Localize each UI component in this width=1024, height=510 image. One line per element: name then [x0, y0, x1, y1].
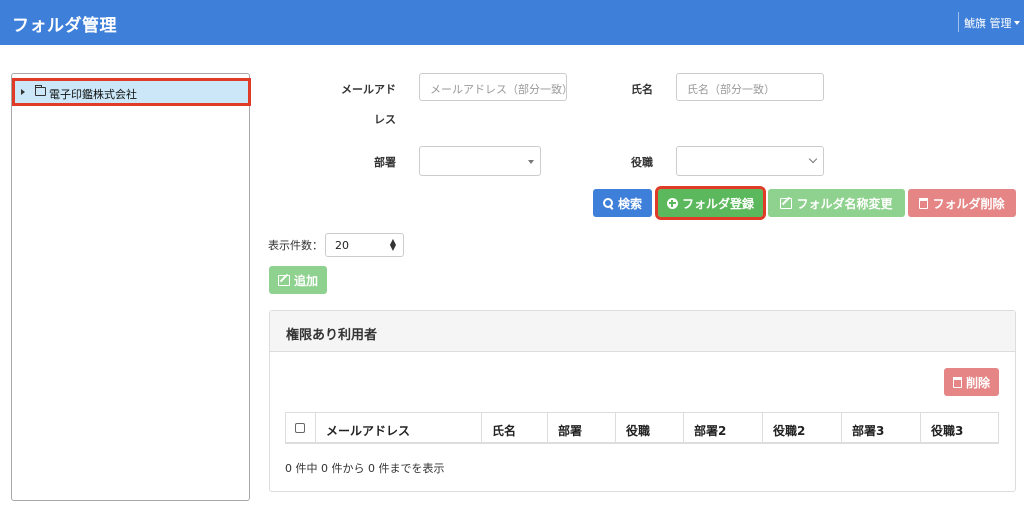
folder-icon — [35, 85, 46, 96]
select-all-cell — [286, 413, 316, 443]
column-header[interactable]: 役職 — [616, 413, 684, 443]
column-header[interactable]: 部署 — [548, 413, 616, 443]
top-navbar: フォルダ管理 鯱旗 管理 — [0, 0, 1024, 45]
page-size-select[interactable]: 20 ▲ ▼ — [325, 233, 404, 257]
navbar-divider — [958, 12, 959, 32]
delete-user-button[interactable]: 削除 — [944, 368, 999, 396]
caret-down-icon — [1013, 21, 1020, 25]
user-name: 鯱旗 管理 — [964, 17, 1012, 30]
chevron-down-icon — [808, 154, 818, 164]
register-folder-button[interactable]: フォルダ登録 — [655, 186, 766, 220]
role-select[interactable] — [676, 146, 824, 176]
name-search-input[interactable]: 氏名（部分一致） — [676, 73, 824, 101]
dropdown-arrow-icon — [528, 160, 534, 164]
dept-select[interactable] — [419, 146, 541, 176]
page-size-label: 表示件数： — [268, 239, 323, 252]
column-header[interactable]: 部署3 — [842, 413, 921, 443]
user-menu[interactable]: 鯱旗 管理 — [964, 15, 1020, 31]
trash-icon — [952, 376, 962, 388]
search-icon — [602, 197, 614, 209]
trash-icon — [919, 197, 929, 209]
page-title: フォルダ管理 — [12, 16, 117, 36]
dept-label: 部署 — [374, 156, 396, 169]
role-label: 役職 — [631, 156, 653, 169]
add-button[interactable]: 追加 — [269, 266, 327, 294]
edit-icon — [277, 274, 290, 286]
delete-folder-button[interactable]: フォルダ削除 — [908, 189, 1016, 217]
rename-folder-button[interactable]: フォルダ名称変更 — [768, 189, 905, 217]
column-header[interactable]: 役職3 — [921, 413, 998, 443]
column-header[interactable]: 氏名 — [482, 413, 548, 443]
table-info: 0 件中 0 件から 0 件までを表示 — [285, 462, 445, 475]
expand-arrow-icon[interactable] — [21, 89, 25, 95]
plus-circle-icon — [666, 197, 678, 209]
tree-node-root[interactable]: 電子印鑑株式会社 — [12, 78, 251, 106]
updown-arrow-icon: ▲ ▼ — [389, 237, 396, 252]
folder-tree: 電子印鑑株式会社 — [11, 73, 251, 501]
tree-node-label: 電子印鑑株式会社 — [49, 88, 137, 101]
email-label: メールアド — [341, 83, 396, 96]
users-table-header: メールアドレス 氏名 部署 役職 部署2 役職2 部署3 役職3 — [285, 412, 999, 444]
name-label: 氏名 — [631, 83, 653, 96]
email-search-input[interactable]: メールアドレス（部分一致） — [419, 73, 567, 101]
column-header[interactable]: メールアドレス — [316, 413, 482, 443]
select-all-checkbox[interactable] — [295, 423, 305, 433]
panel-header: 権限あり利用者 — [270, 311, 1015, 352]
column-header[interactable]: 部署2 — [684, 413, 763, 443]
email-label-cont: レス — [374, 113, 396, 126]
edit-icon — [780, 197, 793, 209]
panel-title: 権限あり利用者 — [286, 328, 378, 343]
search-button[interactable]: 検索 — [593, 189, 652, 217]
column-header[interactable]: 役職2 — [763, 413, 842, 443]
